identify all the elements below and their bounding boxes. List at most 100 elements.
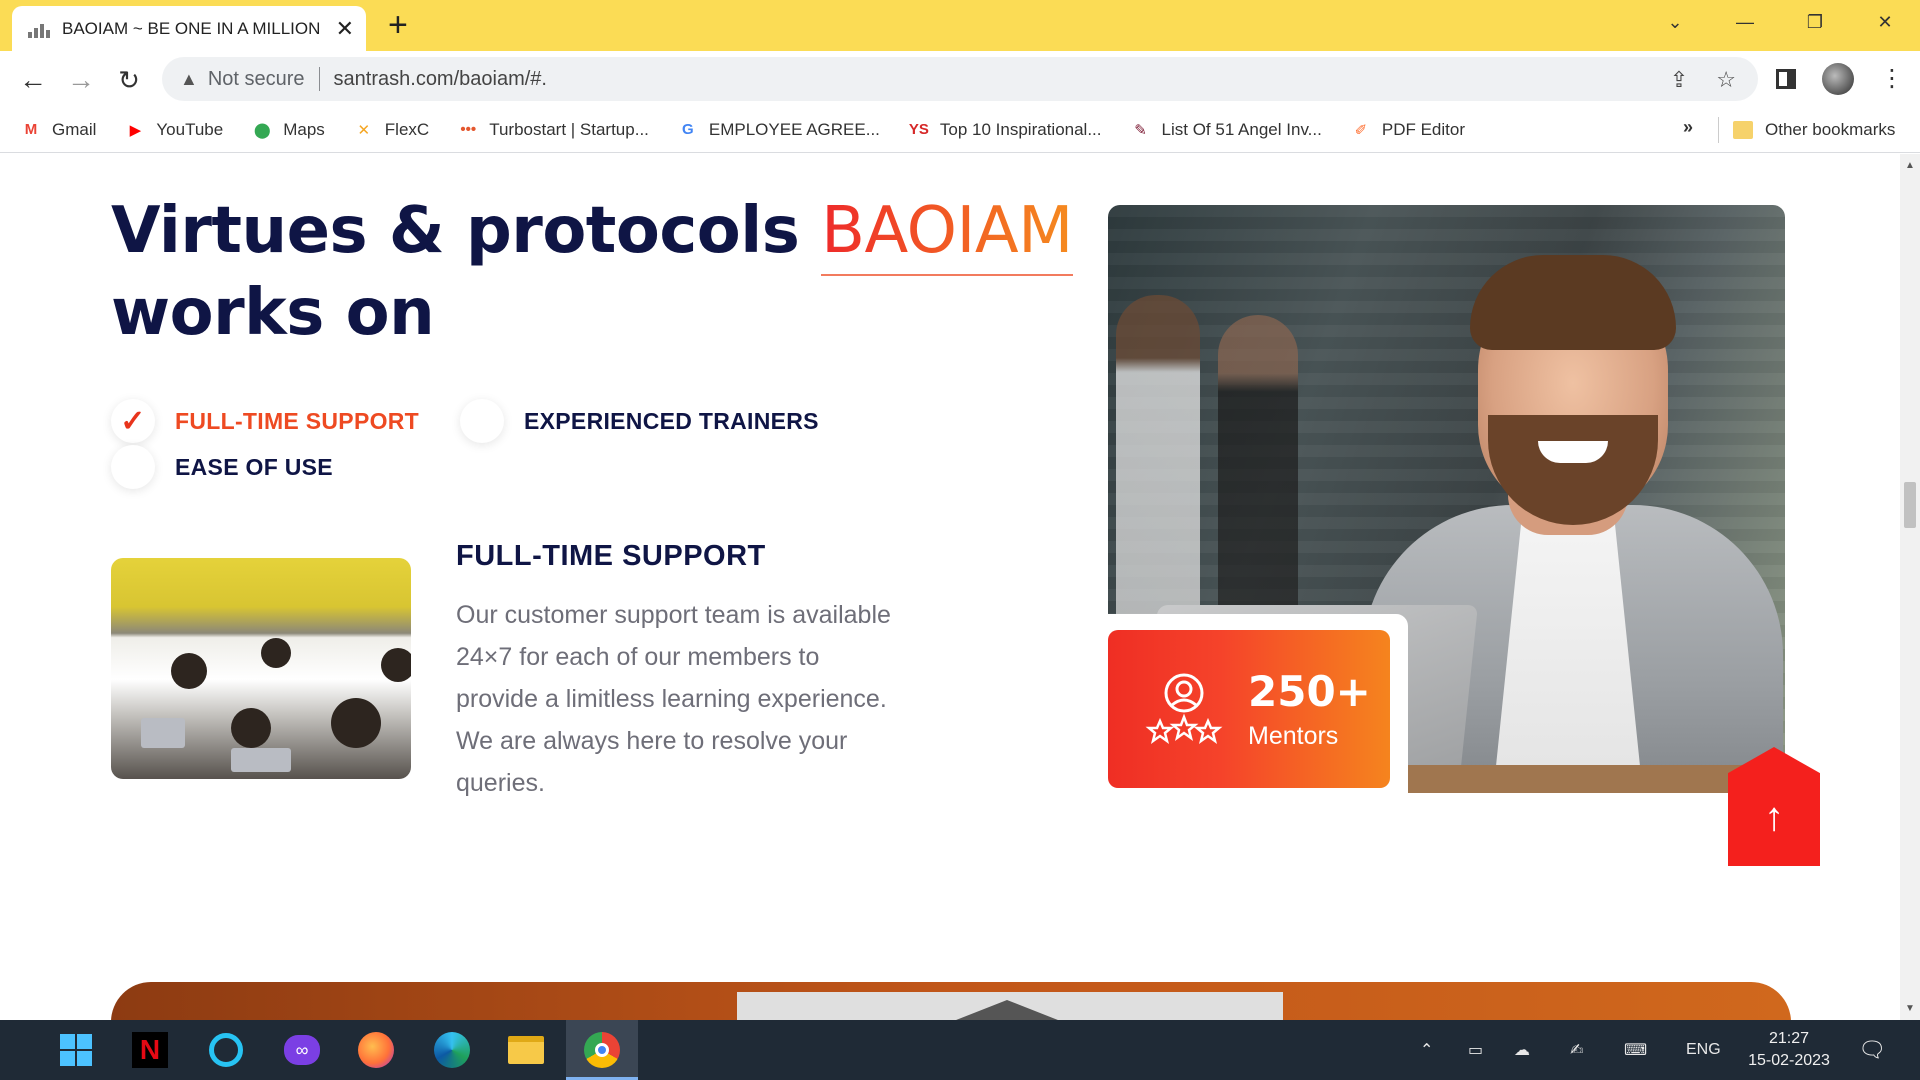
tab-close-icon[interactable]: ✕	[336, 17, 354, 40]
bookmark-label: PDF Editor	[1381, 119, 1465, 139]
bookmark-label: Maps	[283, 119, 325, 139]
clock-time: 21:27	[1768, 1030, 1810, 1047]
list-icon: ✎	[1134, 121, 1147, 139]
chrome-icon[interactable]	[582, 1030, 622, 1070]
tray-chevron-icon[interactable]: ⌃	[1420, 1020, 1433, 1080]
bookmark-item[interactable]: ✎ List Of 51 Angel Inv...	[1130, 120, 1322, 140]
mask-app-icon[interactable]: ∞	[282, 1030, 322, 1070]
firefox-icon[interactable]	[356, 1030, 396, 1070]
folder-icon	[1733, 121, 1753, 139]
heading-text-2: works on	[111, 276, 435, 350]
cortana-icon[interactable]	[206, 1030, 246, 1070]
maps-icon: ⬤	[253, 121, 271, 139]
radio-dot-icon	[111, 445, 155, 489]
check-icon: ✓	[111, 399, 155, 443]
bookmark-item[interactable]: G EMPLOYEE AGREE...	[677, 120, 880, 140]
bookmark-item[interactable]: ✕ FlexC	[353, 119, 430, 140]
scroll-up-icon[interactable]: ▲	[1905, 160, 1915, 171]
window-controls: ⌄ — ❐ ✕	[1640, 0, 1920, 44]
active-tab[interactable]: BAOIAM ~ BE ONE IN A MILLION ✕	[12, 6, 366, 51]
tab-title: BAOIAM ~ BE ONE IN A MILLION	[62, 18, 321, 38]
profile-avatar[interactable]	[1822, 63, 1854, 95]
new-tab-button[interactable]: +	[388, 8, 408, 42]
scrollbar-thumb[interactable]	[1904, 482, 1916, 528]
minimize-button[interactable]: —	[1710, 0, 1780, 44]
radio-dot-icon	[460, 399, 504, 443]
browser-titlebar: BAOIAM ~ BE ONE IN A MILLION ✕ + ⌄ — ❐ ✕	[0, 0, 1920, 51]
bookmarks-overflow-button[interactable]: »	[1683, 117, 1693, 138]
detail-title: FULL-TIME SUPPORT	[456, 540, 766, 572]
yourstory-icon: YS	[908, 121, 929, 138]
menu-kebab-icon[interactable]: ⋮	[1880, 67, 1904, 91]
restore-button[interactable]: ❐	[1780, 0, 1850, 44]
feature-experienced-trainers[interactable]: EXPERIENCED TRAINERS	[460, 399, 819, 443]
side-panel-icon[interactable]	[1776, 69, 1796, 89]
flexc-icon: ✕	[357, 121, 371, 139]
gmail-icon: M	[24, 121, 38, 138]
pdf-editor-icon: ✐	[1354, 121, 1368, 139]
heading-text-1: Virtues & protocols	[111, 194, 822, 268]
mentors-stat-badge: 250+ Mentors	[1108, 630, 1390, 788]
url-text[interactable]: santrash.com/baoiam/#.	[334, 68, 547, 91]
netflix-icon[interactable]: N	[130, 1030, 170, 1070]
pen-icon[interactable]: ✍	[1570, 1020, 1583, 1080]
bookmark-item[interactable]: ⬤ Maps	[251, 120, 325, 140]
award-icon	[1145, 673, 1223, 744]
tab-search-icon[interactable]: ⌄	[1640, 0, 1710, 44]
onedrive-cloud-icon[interactable]: ☁	[1514, 1020, 1530, 1080]
browser-toolbar: ← → ↻ ▲ Not secure santrash.com/baoiam/#…	[0, 51, 1920, 107]
bookmark-label: Gmail	[52, 119, 97, 139]
stat-value: 250+	[1248, 666, 1371, 716]
forward-button[interactable]: →	[64, 63, 98, 97]
bookmark-label: EMPLOYEE AGREE...	[708, 119, 880, 139]
feature-ease-of-use[interactable]: EASE OF USE	[111, 445, 333, 489]
windows-taskbar: N ∞ ⌃ ▭ ☁ ✍ ⌨ ENG 21:27 15-02-2023 🗨	[0, 1020, 1920, 1080]
turbostart-icon: •••	[460, 121, 477, 138]
youtube-icon: ▶	[129, 121, 142, 139]
bookmarks-bar: M Gmail ▶ YouTube ⬤ Maps ✕ FlexC ••• Turbostart |…	[0, 107, 1920, 153]
bookmarks-divider	[1718, 117, 1719, 143]
close-window-button[interactable]: ✕	[1850, 0, 1920, 44]
back-button[interactable]: ←	[16, 63, 50, 97]
other-bookmarks[interactable]: Other bookmarks	[1733, 107, 1895, 153]
office-team-photo	[111, 558, 411, 779]
page-viewport: Virtues & protocols BAOIAM works on ✓ FU…	[0, 154, 1900, 1020]
omnibox-actions: ⇪ ☆	[1670, 67, 1736, 93]
feature-full-time-support[interactable]: ✓ FULL-TIME SUPPORT	[111, 399, 419, 443]
detail-description: Our customer support team is available 2…	[456, 601, 891, 797]
toolbar-right: ⋮	[1776, 63, 1904, 95]
windows-start-icon[interactable]	[56, 1030, 96, 1070]
security-label[interactable]: Not secure	[208, 68, 305, 91]
bookmark-label: Top 10 Inspirational...	[939, 119, 1102, 139]
file-explorer-icon[interactable]	[506, 1030, 546, 1070]
reload-button[interactable]: ↻	[112, 63, 146, 97]
warning-icon[interactable]: ▲	[180, 69, 198, 90]
other-bookmarks-label: Other bookmarks	[1765, 120, 1896, 139]
keyboard-icon[interactable]: ⌨	[1624, 1020, 1647, 1080]
bookmark-item[interactable]: ••• Turbostart | Startup...	[457, 120, 649, 140]
bookmark-item[interactable]: ✐ PDF Editor	[1350, 120, 1465, 140]
bookmark-item[interactable]: ▶ YouTube	[124, 120, 224, 140]
bookmark-item[interactable]: M Gmail	[20, 119, 97, 140]
edge-icon[interactable]	[432, 1030, 472, 1070]
omnibox-separator	[318, 67, 320, 91]
bookmark-label: List Of 51 Angel Inv...	[1161, 119, 1322, 139]
bookmark-label: FlexC	[384, 119, 430, 139]
share-icon[interactable]: ⇪	[1670, 67, 1688, 93]
bookmark-star-icon[interactable]: ☆	[1716, 67, 1736, 93]
language-indicator[interactable]: ENG	[1686, 1020, 1721, 1080]
page-scrollbar[interactable]: ▲ ▼	[1900, 154, 1920, 1020]
scroll-down-icon[interactable]: ▼	[1905, 1003, 1915, 1014]
battery-icon[interactable]: ▭	[1468, 1020, 1483, 1080]
google-icon: G	[682, 121, 694, 138]
notification-icon[interactable]: 🗨	[1858, 1020, 1886, 1080]
feature-label: EXPERIENCED TRAINERS	[524, 407, 819, 434]
address-bar[interactable]: ▲ Not secure santrash.com/baoiam/#. ⇪ ☆	[162, 57, 1758, 101]
next-section-banner	[111, 982, 1791, 1020]
heading-brand: BAOIAM	[821, 194, 1073, 276]
system-clock[interactable]: 21:27 15-02-2023	[1740, 1028, 1838, 1072]
baoiam-favicon-icon	[28, 20, 52, 38]
section-heading: Virtues & protocols BAOIAM works on	[111, 190, 1073, 354]
bookmark-item[interactable]: YS Top 10 Inspirational...	[908, 120, 1102, 140]
feature-label: EASE OF USE	[175, 453, 333, 480]
